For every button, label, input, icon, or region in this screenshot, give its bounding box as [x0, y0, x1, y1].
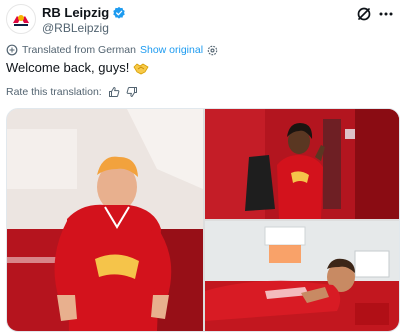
rate-label: Rate this translation: — [6, 86, 102, 98]
avatar[interactable] — [6, 4, 36, 34]
gear-icon[interactable] — [207, 45, 218, 56]
handshake-emoji-icon — [133, 61, 149, 75]
translation-info: Translated from German Show original — [6, 44, 218, 56]
photo-player-blonde[interactable] — [7, 109, 203, 331]
media-grid — [6, 108, 400, 332]
rb-leipzig-logo — [8, 6, 34, 32]
thumbs-down-icon[interactable] — [126, 86, 138, 98]
account-name[interactable]: RB Leipzig — [42, 5, 109, 20]
account-handle[interactable]: @RBLeipzig — [42, 21, 109, 35]
translated-label: Translated from German — [22, 44, 136, 56]
verified-badge-icon — [112, 6, 126, 20]
tweet-text: Welcome back, guys! — [6, 60, 149, 75]
grok-icon[interactable] — [356, 6, 372, 22]
thumbs-up-icon[interactable] — [108, 86, 120, 98]
more-options-icon[interactable] — [378, 6, 394, 22]
translate-icon — [6, 44, 18, 56]
photo-player-dark-room[interactable] — [205, 109, 399, 219]
tweet-text-content: Welcome back, guys! — [6, 60, 130, 75]
rate-translation: Rate this translation: — [6, 86, 138, 98]
name-row: RB Leipzig — [42, 5, 126, 20]
photo-player-lying[interactable] — [205, 221, 399, 331]
tweet-header: RB Leipzig @RBLeipzig — [6, 4, 394, 36]
show-original-link[interactable]: Show original — [140, 44, 203, 56]
